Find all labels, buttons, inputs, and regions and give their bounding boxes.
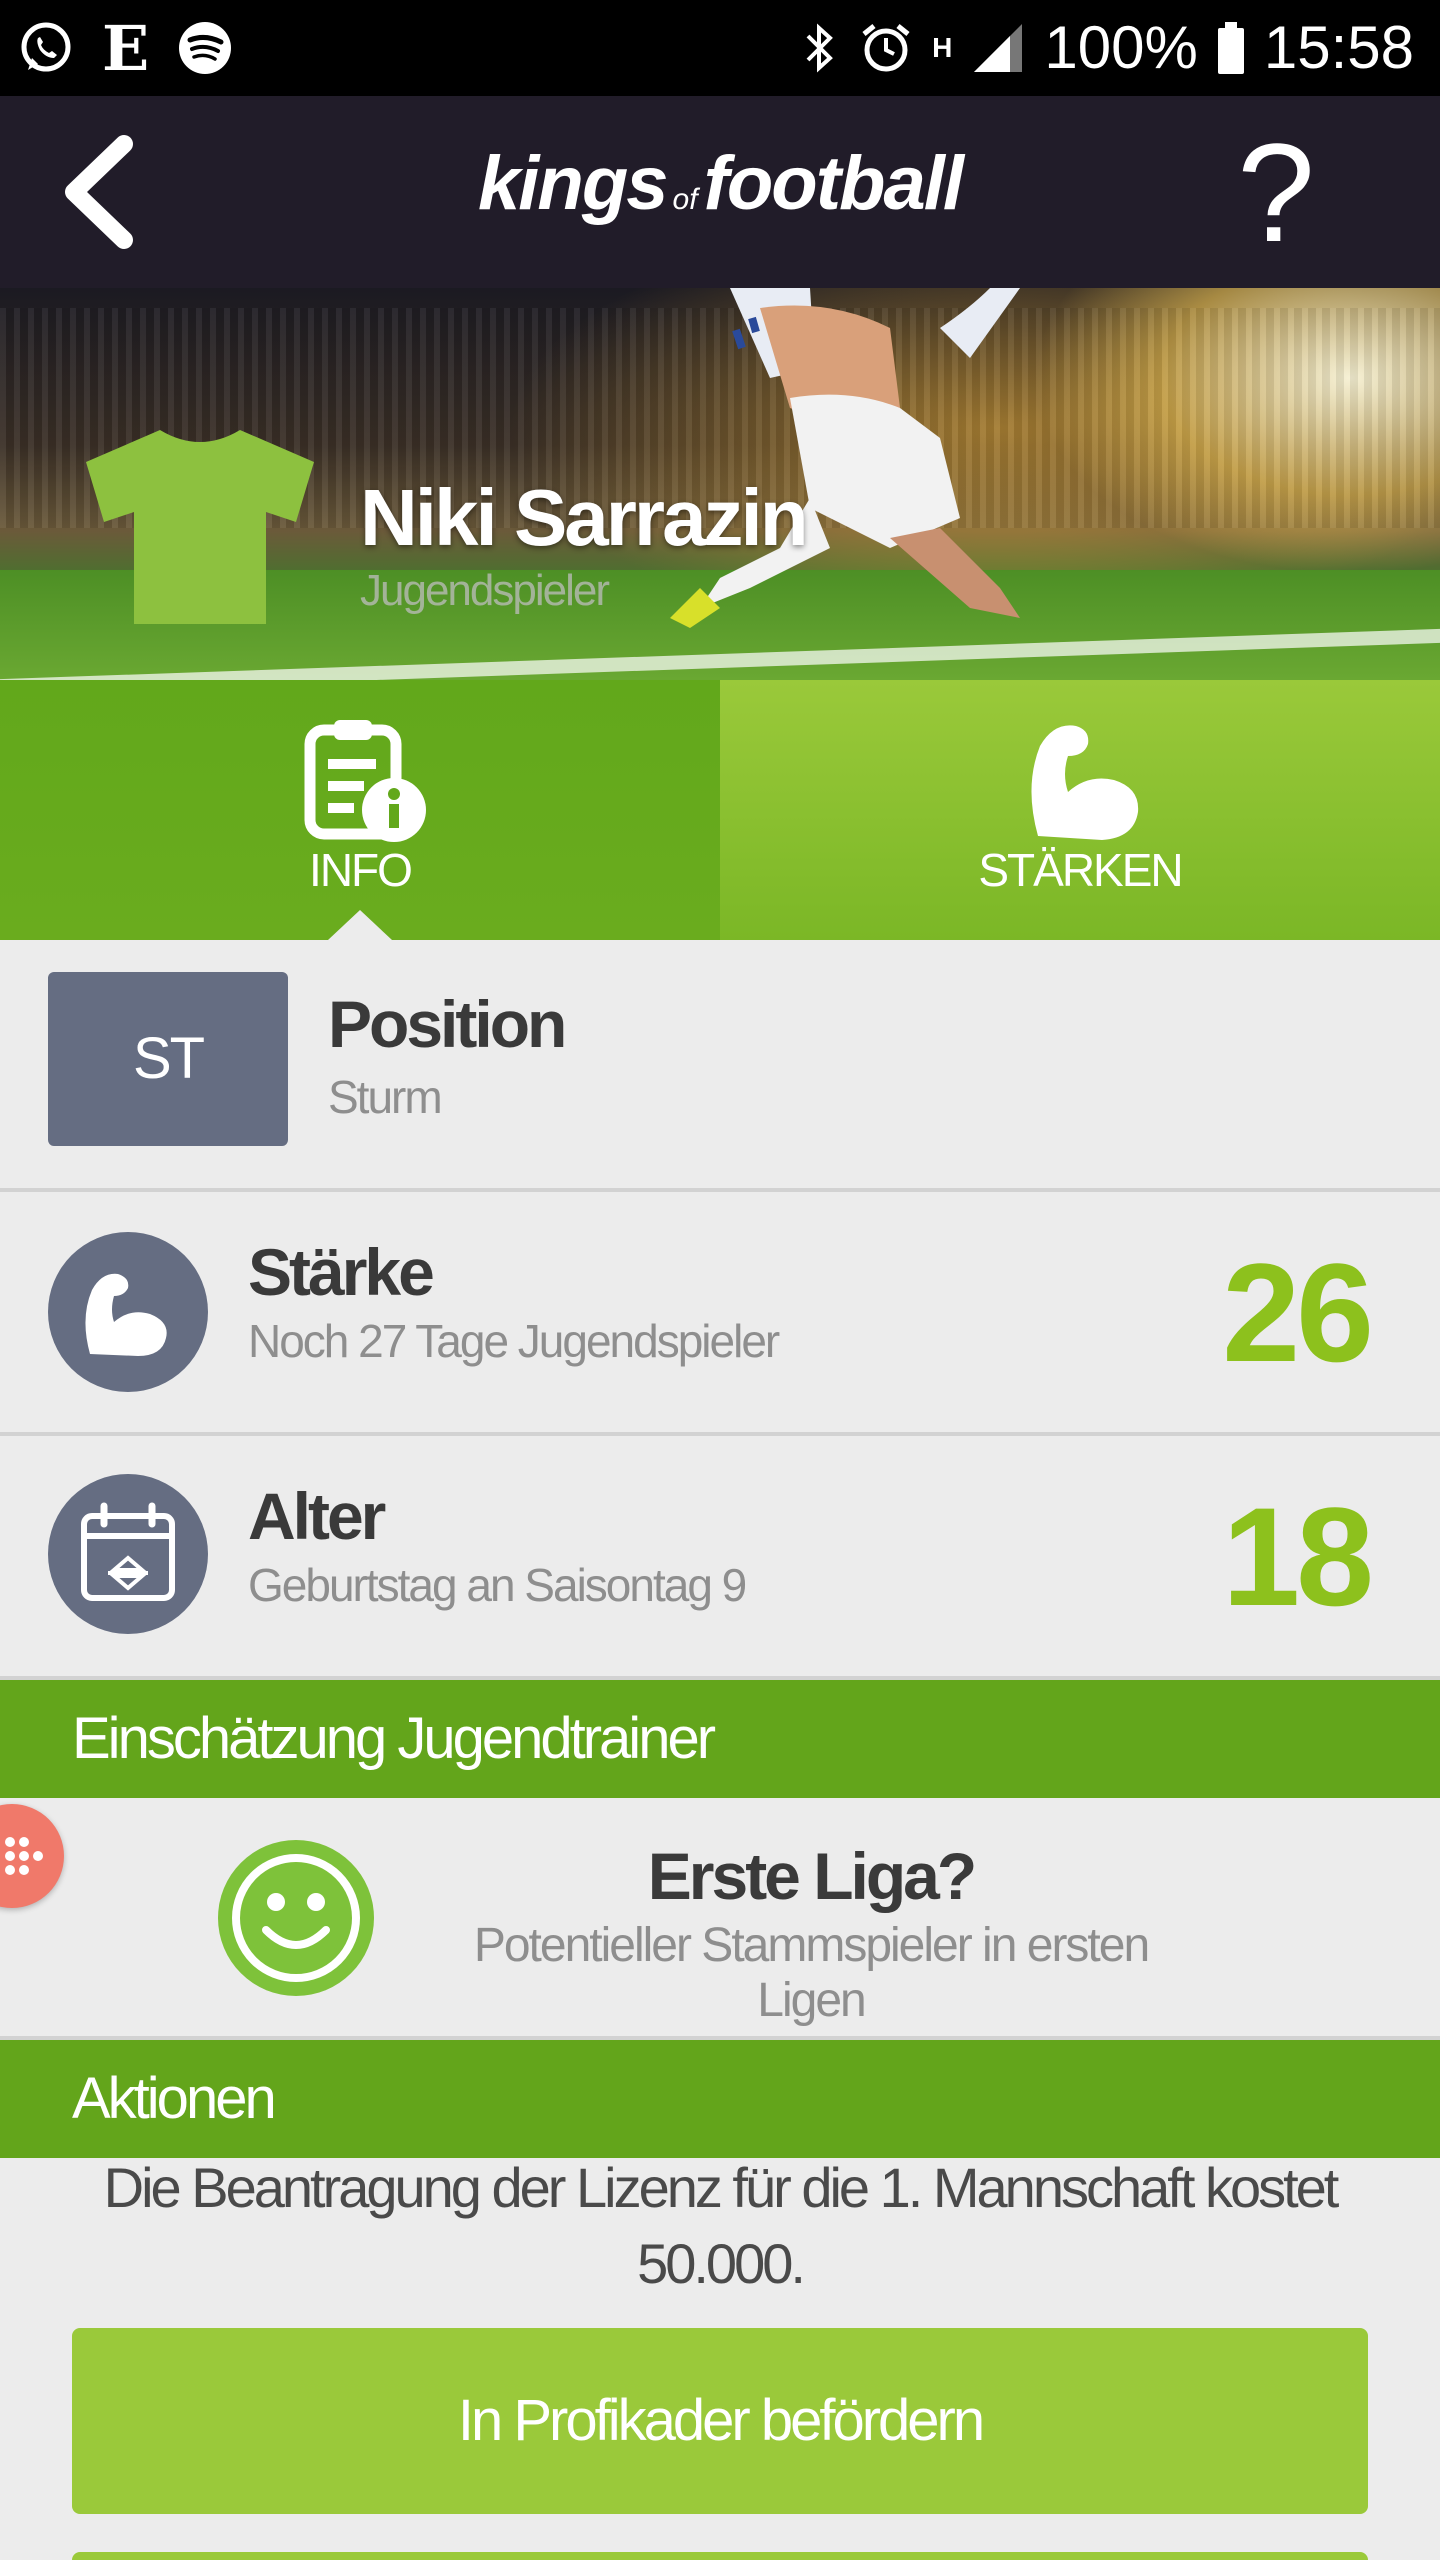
strength-subtitle: Noch 27 Tage Jugendspieler <box>248 1315 780 1367</box>
logo-of: of <box>672 183 698 216</box>
clock: 15:58 <box>1263 14 1414 81</box>
status-bar-system: H 100% 15:58 <box>800 14 1414 82</box>
player-name: Niki Sarrazin <box>360 473 809 562</box>
muscle-arm-icon <box>1031 725 1139 840</box>
age-circle <box>48 1474 208 1634</box>
battery-percent: 100% <box>1044 14 1198 81</box>
clipboard-info-icon <box>304 720 426 842</box>
bluetooth-icon <box>806 23 834 73</box>
smiley-icon <box>218 1840 374 1996</box>
position-value: Sturm <box>328 1071 443 1123</box>
status-bar: E H 100% 15:58 <box>0 0 1440 96</box>
floating-bubble-button[interactable] <box>0 1804 64 1908</box>
whatsapp-icon <box>21 22 71 72</box>
help-button[interactable]: ? <box>1226 118 1326 268</box>
shirt-icon <box>86 430 314 624</box>
app-bar: kings offootball ? <box>0 96 1440 288</box>
position-title: Position <box>328 987 567 1061</box>
active-tab-indicator <box>328 910 392 940</box>
e-app-icon: E <box>102 11 150 85</box>
player-role: Jugendspieler <box>360 566 610 615</box>
calendar-icon <box>81 1502 175 1601</box>
assessment-header: Einschätzung Jugendtrainer <box>0 1680 1440 1798</box>
tab-info-label: INFO <box>309 844 413 896</box>
assessment-title: Erste Liga? <box>647 1839 977 1913</box>
tab-strengths[interactable]: STÄRKEN <box>720 680 1440 940</box>
age-row: Alter Geburtstag an Saisontag 9 18 <box>0 1436 1440 1676</box>
position-badge: ST <box>48 972 288 1146</box>
tab-strengths-label: STÄRKEN <box>978 844 1183 896</box>
dots-grid-icon <box>5 1837 43 1875</box>
network-type-icon: H <box>932 32 953 63</box>
alarm-icon <box>862 24 910 72</box>
age-subtitle: Geburtstag an Saisontag 9 <box>248 1559 747 1611</box>
battery-icon <box>1217 22 1244 74</box>
actions-header: Aktionen <box>0 2040 1440 2158</box>
age-value: 18 <box>1222 1478 1374 1635</box>
muscle-arm-icon <box>85 1273 167 1356</box>
player-hero-banner: Niki Sarrazin Jugendspieler <box>0 288 1440 680</box>
signal-icon <box>974 24 1023 72</box>
spotify-icon <box>179 22 232 74</box>
player-tabs: INFO STÄRKEN <box>0 680 1440 940</box>
status-bar-notifications: E <box>18 11 233 85</box>
license-cost-text: Die Beantragung der Lizenz für die 1. Ma… <box>103 2156 1340 2295</box>
logo-football: football <box>703 141 964 226</box>
tab-info[interactable]: INFO <box>0 680 720 940</box>
position-row: ST Position Sturm <box>0 940 1440 1188</box>
age-title: Alter <box>248 1479 386 1553</box>
strength-circle <box>48 1232 208 1392</box>
strength-title: Stärke <box>248 1235 435 1309</box>
strength-row: Stärke Noch 27 Tage Jugendspieler 26 <box>0 1192 1440 1432</box>
strength-value: 26 <box>1222 1234 1374 1391</box>
celebrating-player-image <box>670 288 1020 628</box>
assessment-subtitle: Potentieller Stammspieler in ersten Lige… <box>473 1919 1150 2027</box>
next-action-button[interactable] <box>72 2552 1368 2560</box>
logo-kings: kings <box>478 141 668 226</box>
promote-to-pro-squad-button[interactable]: In Profikader befördern <box>72 2328 1368 2514</box>
app-logo: kings offootball <box>0 140 1440 227</box>
